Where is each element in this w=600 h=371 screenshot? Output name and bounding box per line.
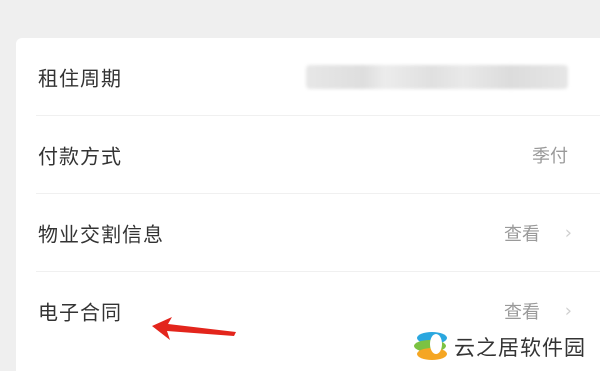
payment-method-value: 季付: [532, 146, 568, 167]
red-arrow-icon: [152, 317, 236, 340]
chevron-right-icon: ›: [564, 300, 572, 322]
yunzhiju-logo-icon: [414, 332, 447, 360]
lease-period-value-redacted: [306, 65, 568, 89]
property-handover-view-link[interactable]: 查看: [504, 220, 540, 246]
chevron-right-icon: ›: [564, 222, 572, 244]
watermark-text: 云之居软件园: [454, 336, 586, 360]
payment-method-label: 付款方式: [38, 144, 122, 169]
watermark: 云之居软件园: [406, 320, 600, 371]
electronic-contract-label: 电子合同: [38, 300, 122, 325]
lease-period-label: 租住周期: [38, 66, 122, 91]
row-payment-method: 付款方式 季付: [16, 116, 600, 194]
property-handover-label: 物业交割信息: [38, 222, 164, 247]
row-lease-period: 租住周期: [16, 38, 600, 116]
row-property-handover[interactable]: 物业交割信息 查看 ›: [16, 194, 600, 272]
